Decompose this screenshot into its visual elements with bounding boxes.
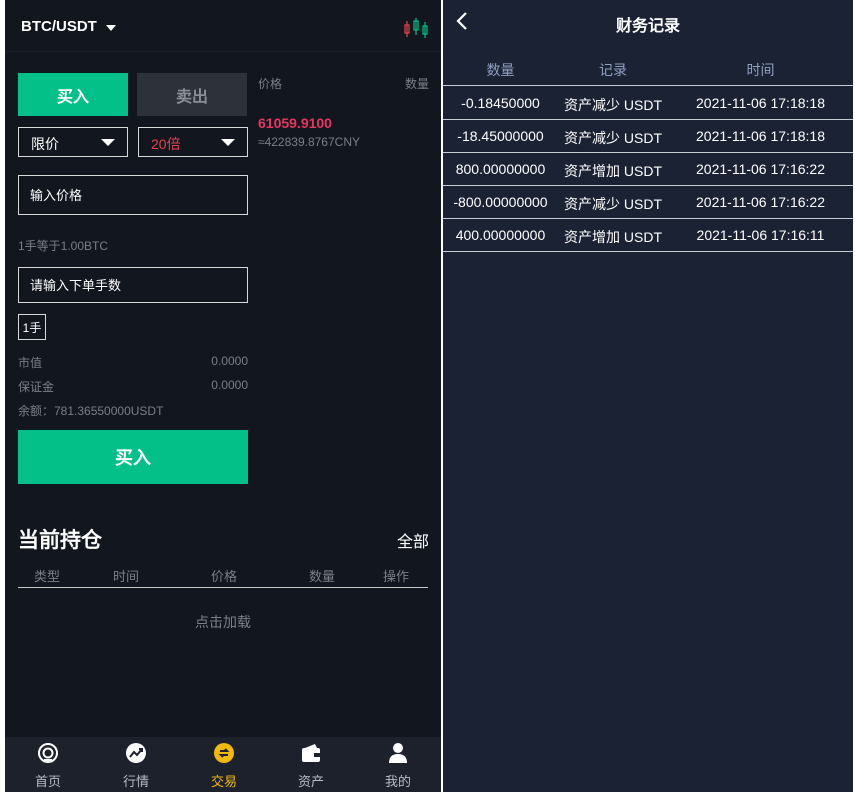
order-type-value: 限价 xyxy=(31,136,59,152)
record-row: -800.00000000 资产减少 USDT 2021-11-06 17:16:2… xyxy=(443,186,853,219)
tab-trade-label: 交易 xyxy=(210,774,237,789)
record-time: 2021-11-06 17:18:18 xyxy=(696,95,825,111)
record-type: 资产增加 USDT xyxy=(564,229,662,245)
record-row: 800.00000000 资产增加 USDT 2021-11-06 17:16:22 xyxy=(443,153,853,186)
last-price-cny: ≈422839.8767CNY xyxy=(258,135,360,149)
load-more-link[interactable]: 点击加载 xyxy=(5,612,441,632)
buy-button[interactable]: 买入 xyxy=(18,430,248,484)
caret-down-icon xyxy=(221,139,235,146)
orderbook-price-header: 价格 xyxy=(258,77,283,91)
quantity-input[interactable] xyxy=(18,267,248,303)
trade-screen: BTC/USDT 买入 卖出 限价 20倍 1手等于1.00BTC 1手 xyxy=(5,0,441,792)
records-title: 财务记录 xyxy=(615,18,680,35)
record-type: 资产减少 USDT xyxy=(564,196,662,212)
record-amount: -800.00000000 xyxy=(453,194,548,210)
tab-trade[interactable]: 交易 xyxy=(194,737,254,792)
tab-market-label: 行情 xyxy=(122,774,149,789)
order-type-select[interactable]: 限价 xyxy=(18,127,128,157)
record-row: 400.00000000 资产增加 USDT 2021-11-06 17:16:11 xyxy=(443,219,853,252)
positions-title: 当前持仓 xyxy=(18,529,102,552)
tab-market[interactable]: 行情 xyxy=(106,737,166,792)
record-type: 资产减少 USDT xyxy=(564,130,662,146)
wallet-icon xyxy=(302,744,320,762)
col-price: 价格 xyxy=(211,569,238,584)
record-row: -18.45000000 资产减少 USDT 2021-11-06 17:18:18 xyxy=(443,120,853,153)
col-action: 操作 xyxy=(383,569,410,584)
home-icon xyxy=(38,743,58,763)
market-value-row: 市值 0.0000 xyxy=(18,354,248,371)
buy-tab[interactable]: 买入 xyxy=(18,73,128,116)
market-icon xyxy=(126,743,146,763)
records-table-header: 数量 记录 时间 xyxy=(443,52,853,86)
caret-down-icon xyxy=(101,139,115,146)
record-time: 2021-11-06 17:18:18 xyxy=(696,128,825,144)
margin-row: 保证金 0.0000 xyxy=(18,378,248,395)
record-time: 2021-11-06 17:16:11 xyxy=(696,227,825,243)
market-value-label: 市值 xyxy=(18,356,43,370)
tab-profile[interactable]: 我的 xyxy=(368,737,428,792)
col-type: 类型 xyxy=(34,569,61,584)
orderbook-qty-header: 数量 xyxy=(404,77,429,91)
sell-tab[interactable]: 卖出 xyxy=(137,73,247,116)
price-input[interactable] xyxy=(18,175,248,215)
tab-home[interactable]: 首页 xyxy=(18,737,78,792)
tab-assets[interactable]: 资产 xyxy=(281,737,341,792)
record-type: 资产增加 USDT xyxy=(564,163,662,179)
records-screen: 财务记录 数量 记录 时间 -0.18450000 资产减少 USDT 2021-1… xyxy=(443,0,853,792)
record-row: -0.18450000 资产减少 USDT 2021-11-06 17:18:18 xyxy=(443,87,853,120)
candlestick-icon[interactable] xyxy=(403,17,429,39)
screenshot-stage: BTC/USDT 买入 卖出 限价 20倍 1手等于1.00BTC 1手 xyxy=(0,0,855,796)
margin-value: 0.0000 xyxy=(211,378,248,392)
bottom-tabbar: 首页 行情 交易 资产 我的 xyxy=(5,737,441,792)
col-record: 记录 xyxy=(599,62,627,78)
pair-selector[interactable]: BTC/USDT xyxy=(21,18,97,35)
col-amount: 数量 xyxy=(486,62,515,78)
lot-note: 1手等于1.00BTC xyxy=(18,239,109,253)
margin-label: 保证金 xyxy=(18,380,55,394)
positions-table-header: 类型 时间 价格 数量 操作 xyxy=(18,566,428,588)
balance-text: 余额：781.36550000USDT xyxy=(18,404,164,418)
user-icon xyxy=(389,743,407,763)
record-amount: 400.00000000 xyxy=(455,227,546,243)
record-type: 资产减少 USDT xyxy=(564,97,662,113)
lot-button[interactable]: 1手 xyxy=(18,314,46,340)
tab-home-label: 首页 xyxy=(34,774,61,789)
trade-icon xyxy=(214,743,234,763)
leverage-select[interactable]: 20倍 xyxy=(138,127,248,157)
caret-down-icon[interactable] xyxy=(106,25,116,31)
tab-assets-label: 资产 xyxy=(297,774,324,789)
last-price: 61059.9100 xyxy=(258,115,332,131)
record-amount: -0.18450000 xyxy=(461,95,540,111)
record-amount: 800.00000000 xyxy=(455,161,546,177)
leverage-value: 20倍 xyxy=(151,136,181,152)
records-header: 财务记录 xyxy=(443,0,853,44)
record-time: 2021-11-06 17:16:22 xyxy=(696,194,825,210)
record-time: 2021-11-06 17:16:22 xyxy=(696,161,825,177)
trade-topbar: BTC/USDT xyxy=(5,0,441,52)
market-value: 0.0000 xyxy=(211,354,248,368)
tab-profile-label: 我的 xyxy=(384,774,411,789)
col-time: 时间 xyxy=(113,569,140,584)
col-qty: 数量 xyxy=(309,569,336,584)
record-amount: -18.45000000 xyxy=(457,128,544,144)
positions-all-link[interactable]: 全部 xyxy=(397,528,429,552)
col-time: 时间 xyxy=(746,62,775,78)
